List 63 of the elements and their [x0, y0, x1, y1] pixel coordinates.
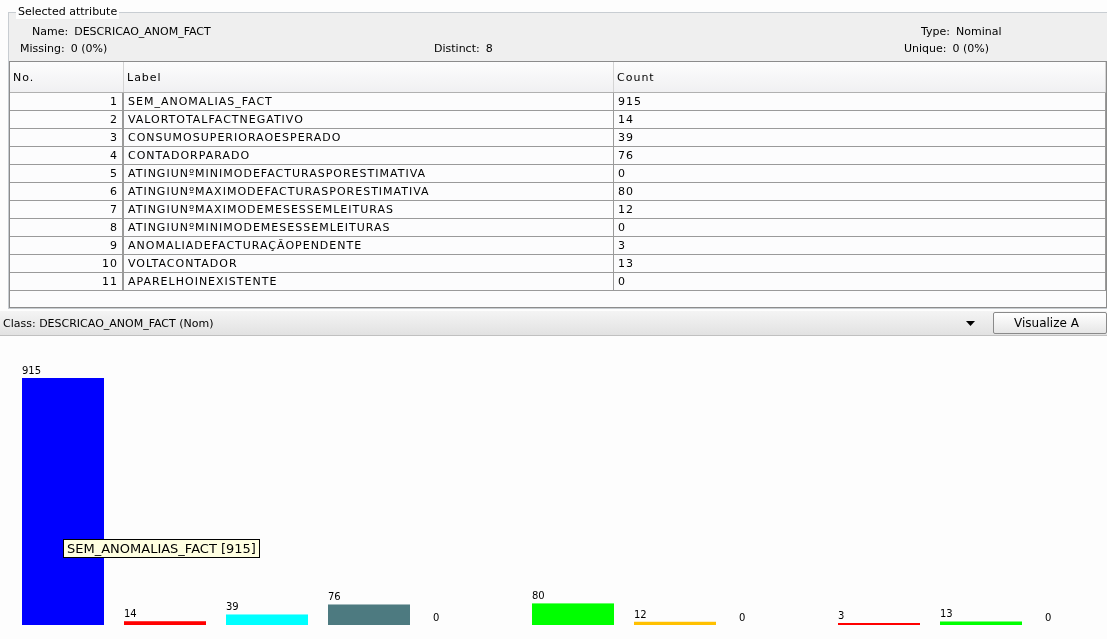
field-label: Type: — [921, 25, 950, 38]
table-cell: ATINGIUNºMINIMODEMESESSEMLEITURAS — [124, 219, 614, 236]
table-cell: ATINGIUNºMAXIMODEMESESSEMLEITURAS — [124, 201, 614, 218]
table-cell: 3 — [10, 129, 124, 146]
table-cell: 76 — [614, 147, 1106, 164]
table-cell: SEM_ANOMALIAS_FACT — [124, 93, 614, 110]
field-label: Distinct: — [434, 42, 480, 55]
class-dropdown[interactable]: Class: DESCRICAO_ANOM_FACT (Nom) — [0, 312, 985, 334]
bar-value-label: 76 — [328, 591, 341, 603]
field-value: Nominal — [956, 25, 1002, 38]
caret-icon — [966, 320, 975, 326]
field-value: DESCRICAO_ANOM_FACT — [74, 25, 211, 38]
bar-value-label: 0 — [433, 612, 440, 623]
table-cell: 10 — [10, 255, 124, 272]
table-cell: 915 — [614, 93, 1106, 110]
column-header[interactable]: No. — [10, 62, 124, 92]
table-cell: 1 — [10, 93, 124, 110]
table-cell: 80 — [614, 183, 1106, 200]
table-cell: 3 — [614, 237, 1106, 254]
table-cell: 5 — [10, 165, 124, 182]
table-cell: 39 — [614, 129, 1106, 146]
field-value: 0 (0%) — [952, 42, 990, 55]
table-cell: ATINGIUNºMINIMODEFACTURASPORESTIMATIVA — [124, 165, 614, 182]
table-cell: 9 — [10, 237, 124, 254]
table-cell: 11 — [10, 273, 124, 290]
visualize-button[interactable]: Visualize A — [993, 312, 1107, 334]
field-label: Name: — [32, 25, 69, 38]
field-value: 0 (0%) — [70, 42, 108, 55]
column-header[interactable]: Count — [614, 62, 1106, 92]
table-cell: 8 — [10, 219, 124, 236]
table-cell: APARELHOINEXISTENTE — [124, 273, 614, 290]
bar-value-label: 12 — [634, 608, 647, 620]
bar-value-label: 80 — [532, 590, 545, 602]
table-cell: ATINGIUNºMAXIMODEFACTURASPORESTIMATIVA — [124, 183, 614, 200]
group-title: Selected attribute — [16, 5, 120, 19]
table-cell: VALORTOTALFACTNEGATIVO — [124, 111, 614, 128]
bar-value-label: 0 — [1045, 612, 1052, 623]
bar-value-label: 39 — [226, 601, 239, 613]
tooltip: SEM_ANOMALIAS_FACT [915] — [63, 539, 260, 558]
table-cell: ANOMALIADEFACTURAÇÃOPENDENTE — [124, 237, 614, 254]
table-cell: CONSUMOSUPERIORAOESPERADO — [124, 129, 614, 146]
field-label: Missing: — [20, 42, 65, 55]
field-value: 8 — [485, 42, 493, 55]
table-cell: VOLTACONTADOR — [124, 255, 614, 272]
table-cell: 14 — [614, 111, 1106, 128]
table-cell: 0 — [614, 165, 1106, 182]
bar-value-label: 14 — [124, 608, 137, 620]
dropdown-value: Class: DESCRICAO_ANOM_FACT (Nom) — [3, 316, 214, 330]
table-cell: 0 — [614, 273, 1106, 290]
bar-value-label: 3 — [838, 610, 845, 621]
table-cell: 12 — [614, 201, 1106, 218]
table-cell: 0 — [614, 219, 1106, 236]
table-cell: CONTADORPARADO — [124, 147, 614, 164]
bar-value-label: 13 — [940, 608, 953, 620]
table-cell: 6 — [10, 183, 124, 200]
bar-value-label: 915 — [22, 365, 42, 376]
table-cell: 13 — [614, 255, 1106, 272]
bar-value-label: 0 — [739, 612, 746, 623]
table-cell: 7 — [10, 201, 124, 218]
table-cell: 2 — [10, 111, 124, 128]
field-label: Unique: — [904, 42, 947, 55]
table-cell: 4 — [10, 147, 124, 164]
column-header[interactable]: Label — [124, 62, 614, 92]
